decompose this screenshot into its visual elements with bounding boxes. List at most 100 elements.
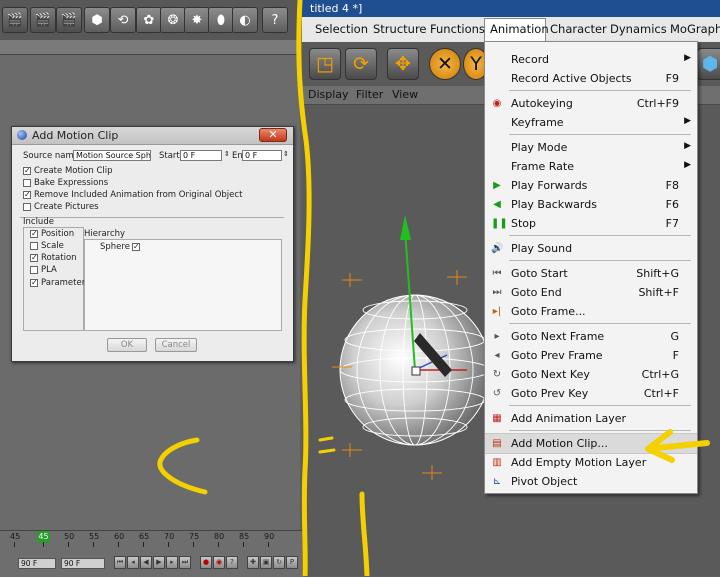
deformer-icon[interactable]: ✸ <box>184 7 210 33</box>
rotation-label: Rotation <box>41 253 77 263</box>
position-key-icon[interactable]: ✚ <box>247 556 259 569</box>
menu-animation[interactable]: Animation <box>490 22 549 36</box>
timeline-end-field[interactable]: 90 F <box>61 558 105 569</box>
position-checkbox[interactable]: ✓ <box>30 230 38 238</box>
rotation-key-icon[interactable]: ↻ <box>273 556 285 569</box>
rotate-tool-icon[interactable]: ⟳ <box>345 48 377 80</box>
prev-key-icon[interactable]: ◂ <box>127 556 139 569</box>
timeline[interactable]: 45 45 50 55 60 65 70 75 80 85 90 90 F 90… <box>0 530 305 577</box>
menu-item-play-backwards[interactable]: ◀ Play Backwards F6 <box>485 195 697 214</box>
goto-end-icon[interactable]: ⏭ <box>179 556 191 569</box>
cube-object-icon[interactable]: ⬢ <box>84 7 110 33</box>
menu-item-autokeying[interactable]: ◉ Autokeying Ctrl+F9 <box>485 94 697 113</box>
goto-start-icon[interactable]: ⏮ <box>114 556 126 569</box>
hierarchy-list[interactable] <box>84 239 282 331</box>
tick-label: 55 <box>89 532 100 541</box>
hierarchy-item-sphere[interactable]: Sphere <box>100 242 130 252</box>
start-input[interactable]: 0 F <box>180 150 222 161</box>
cancel-button[interactable]: Cancel <box>155 338 197 352</box>
pla-checkbox[interactable] <box>30 266 38 274</box>
nurbs-icon[interactable]: ✿ <box>136 7 162 33</box>
hierarchy-label: Hierarchy <box>84 229 126 239</box>
menu-structure[interactable]: Structure <box>373 22 427 36</box>
timeline-start-field[interactable]: 90 F <box>18 558 56 569</box>
viewport-menu-view[interactable]: View <box>392 88 418 101</box>
menu-item-shortcut: Ctrl+F <box>643 387 679 400</box>
menu-item-label: Goto End <box>511 286 562 299</box>
play-forward-icon[interactable]: ▶ <box>153 556 165 569</box>
source-name-input[interactable]: Motion Source Sphere <box>73 150 151 161</box>
menu-item-shortcut: F9 <box>665 72 679 85</box>
keyframe-selection-icon[interactable]: ? <box>226 556 238 569</box>
array-icon[interactable]: ❂ <box>160 7 186 33</box>
create-pictures-checkbox[interactable] <box>23 203 31 211</box>
move-tool-icon[interactable]: ✥ <box>387 48 419 80</box>
menu-item-play-mode[interactable]: Play Mode ▶ <box>485 138 697 157</box>
menu-item-goto-frame[interactable]: ▸| Goto Frame... <box>485 302 697 321</box>
tick-mark <box>68 542 69 547</box>
menu-item-goto-prev-frame[interactable]: ◂ Goto Prev Frame F <box>485 346 697 365</box>
spline-icon[interactable]: ⟲ <box>110 7 136 33</box>
scale-checkbox[interactable] <box>30 242 38 250</box>
remove-animation-checkbox[interactable]: ✓ <box>23 191 31 199</box>
menu-item-goto-next-frame[interactable]: ▸ Goto Next Frame G <box>485 327 697 346</box>
create-motion-clip-checkbox[interactable]: ✓ <box>23 167 31 175</box>
sphere-include-checkbox[interactable]: ✓ <box>132 243 140 251</box>
viewport-menu-filter[interactable]: Filter <box>356 88 383 101</box>
help-icon[interactable]: ? <box>262 7 288 33</box>
render-settings-icon[interactable]: 🎬 <box>56 7 82 33</box>
menu-item-play-sound[interactable]: 🔊 Play Sound <box>485 239 697 258</box>
tick-label: 60 <box>114 532 125 541</box>
end-input[interactable]: 0 F <box>242 150 282 161</box>
menu-separator <box>509 235 691 236</box>
menu-item-shortcut: F7 <box>665 217 679 230</box>
next-key-icon[interactable]: ▸ <box>166 556 178 569</box>
menu-item-frame-rate[interactable]: Frame Rate ▶ <box>485 157 697 176</box>
play-backward-icon: ◀ <box>493 199 501 210</box>
menu-item-add-motion-clip[interactable]: ▤ Add Motion Clip... <box>485 433 697 454</box>
menu-item-play-forwards[interactable]: ▶ Play Forwards F8 <box>485 176 697 195</box>
render-view-icon[interactable]: 🎬 <box>2 7 28 33</box>
menu-item-goto-end[interactable]: ⏭ Goto End Shift+F <box>485 283 697 302</box>
menu-dynamics[interactable]: Dynamics <box>610 22 667 36</box>
menu-item-add-empty-motion-layer[interactable]: ▥ Add Empty Motion Layer <box>485 453 697 472</box>
start-stepper-icon[interactable]: ⇕ <box>224 150 230 158</box>
ok-button[interactable]: OK <box>107 338 147 352</box>
cube-icon[interactable]: ⬢ <box>697 48 720 80</box>
menu-item-goto-start[interactable]: ⏮ Goto Start Shift+G <box>485 264 697 283</box>
menu-item-add-animation-layer[interactable]: ▦ Add Animation Layer <box>485 409 697 428</box>
end-stepper-icon[interactable]: ⇕ <box>283 150 289 158</box>
tick-label: 90 <box>264 532 275 541</box>
menu-item-goto-next-key[interactable]: ↻ Goto Next Key Ctrl+G <box>485 365 697 384</box>
live-selection-icon[interactable]: ◳ <box>309 48 341 80</box>
bake-expressions-checkbox[interactable] <box>23 179 31 187</box>
menu-mograph[interactable]: MoGraph <box>670 22 720 36</box>
record-icon[interactable]: ● <box>200 556 212 569</box>
viewport-menu-display[interactable]: Display <box>308 88 349 101</box>
scene-icon[interactable]: ⬮ <box>208 7 234 33</box>
menu-item-keyframe[interactable]: Keyframe ▶ <box>485 113 697 132</box>
menu-item-shortcut: Shift+G <box>636 267 679 280</box>
render-picture-icon[interactable]: 🎬 <box>30 7 56 33</box>
goto-end-icon: ⏭ <box>492 287 502 298</box>
x-axis-lock-icon[interactable]: ✕ <box>429 48 461 80</box>
parameter-checkbox[interactable]: ✓ <box>30 279 38 287</box>
scale-key-icon[interactable]: ▣ <box>260 556 272 569</box>
menu-character[interactable]: Character <box>550 22 607 36</box>
parameter-key-icon[interactable]: P <box>286 556 298 569</box>
menu-item-record[interactable]: Record ▶ <box>485 50 697 69</box>
autokey-icon[interactable]: ◉ <box>213 556 225 569</box>
menu-item-goto-prev-key[interactable]: ↺ Goto Prev Key Ctrl+F <box>485 384 697 403</box>
menu-item-pivot-object[interactable]: ⊾ Pivot Object <box>485 472 697 491</box>
menu-functions[interactable]: Functions <box>430 22 485 36</box>
animation-layer-icon: ▦ <box>492 413 502 424</box>
light-icon[interactable]: ◐ <box>232 7 258 33</box>
menu-separator <box>509 430 691 431</box>
menu-item-stop[interactable]: ❚❚ Stop F7 <box>485 214 697 233</box>
menu-item-record-active-objects[interactable]: Record Active Objects F9 <box>485 69 697 88</box>
menu-item-label: Goto Start <box>511 267 568 280</box>
menu-selection[interactable]: Selection <box>315 22 368 36</box>
play-backward-icon[interactable]: ◀ <box>140 556 152 569</box>
rotation-checkbox[interactable]: ✓ <box>30 254 38 262</box>
dialog-close-button[interactable]: ✕ <box>259 128 287 142</box>
